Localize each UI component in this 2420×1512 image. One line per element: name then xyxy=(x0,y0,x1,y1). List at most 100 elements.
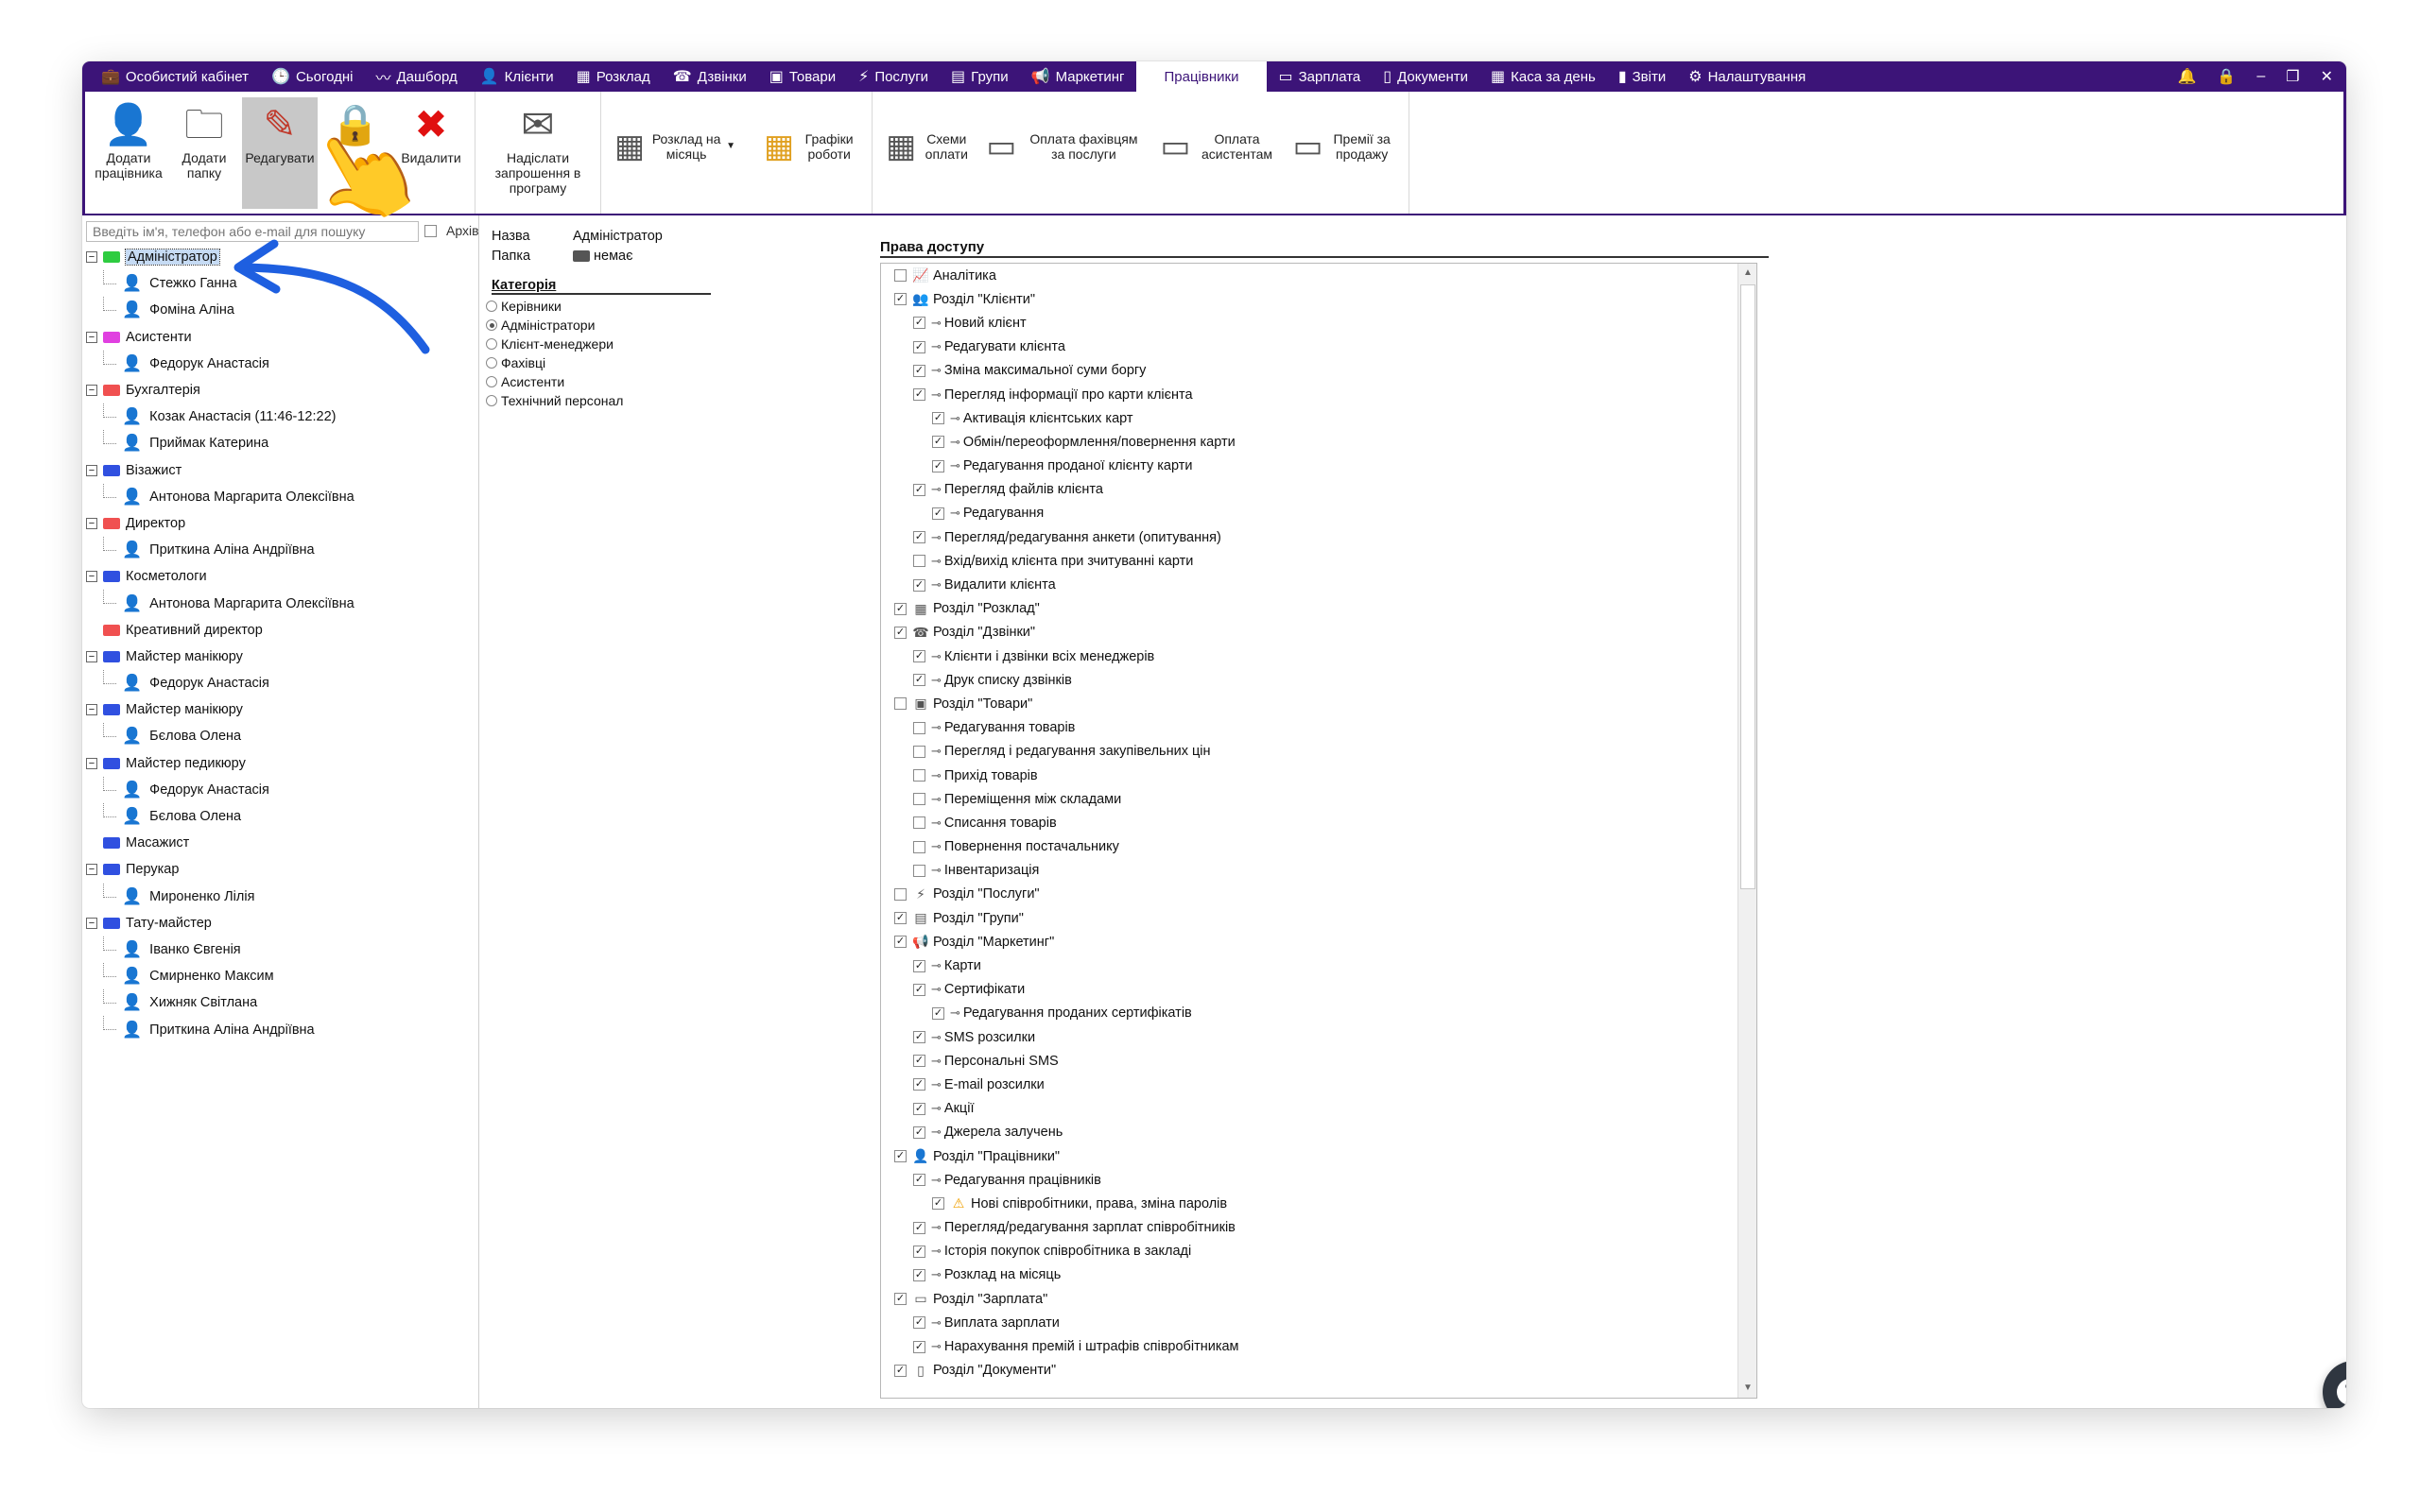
checked-checkbox[interactable]: ✓ xyxy=(894,936,907,949)
access-right-row[interactable]: ▣ Розділ "Товари" xyxy=(881,692,1737,715)
scroll-up-arrow-icon[interactable]: ▲ xyxy=(1738,264,1756,283)
access-right-row[interactable]: ✓ 👤 Розділ "Працівники" xyxy=(881,1144,1737,1168)
access-right-row[interactable]: 📈 Аналітика xyxy=(881,264,1737,287)
tree-folder[interactable]: Масажист xyxy=(86,830,474,856)
category-radio[interactable]: Керівники xyxy=(486,299,562,314)
tree-employee[interactable]: 👤 Фоміна Аліна xyxy=(86,297,474,323)
collapse-toggle-icon[interactable]: − xyxy=(86,917,97,929)
menu-item-1[interactable]: 🕒 Сьогодні xyxy=(260,61,364,92)
collapse-toggle-icon[interactable]: − xyxy=(86,704,97,716)
access-rights-list[interactable]: 📈 Аналітика ✓ 👥 Розділ "Клієнти" ✓ ⊸ Новий кліє… xyxy=(880,263,1757,1399)
bell-icon[interactable]: 🔔 xyxy=(2178,67,2197,86)
checked-checkbox[interactable]: ✓ xyxy=(913,1316,925,1330)
menu-item-14[interactable]: ▮ Звіти xyxy=(1607,61,1677,92)
access-right-row[interactable]: ✓ ⊸ SMS розсилки xyxy=(881,1025,1737,1049)
pay-specialists-button[interactable]: ▭ Оплата фахівцям за послуги xyxy=(978,97,1152,163)
tree-employee[interactable]: 👤 Приткина Аліна Андріївна xyxy=(86,537,474,563)
unchecked-checkbox[interactable] xyxy=(913,721,925,734)
access-right-row[interactable]: ✓ ⊸ Розклад на місяць xyxy=(881,1263,1737,1287)
radio-button-icon[interactable] xyxy=(486,319,497,331)
tree-employee[interactable]: 👤 Мироненко Лілія xyxy=(86,883,474,910)
tree-folder[interactable]: − Майстер манікюру xyxy=(86,696,474,723)
checked-checkbox[interactable]: ✓ xyxy=(894,1150,907,1163)
checked-checkbox[interactable]: ✓ xyxy=(932,507,944,520)
checked-checkbox[interactable]: ✓ xyxy=(913,650,925,663)
access-right-row[interactable]: ✓ ⊸ Перегляд/редагування зарплат співробіт… xyxy=(881,1216,1737,1240)
checked-checkbox[interactable]: ✓ xyxy=(894,912,907,925)
access-right-row[interactable]: ✓ ⊸ Активація клієнтських карт xyxy=(881,406,1737,430)
access-right-row[interactable]: ✓ ⊸ Редагування працівників xyxy=(881,1168,1737,1192)
tree-folder[interactable]: − Перукар xyxy=(86,856,474,883)
checked-checkbox[interactable]: ✓ xyxy=(913,1245,925,1258)
menu-item-13[interactable]: ▦ Каса за день xyxy=(1479,61,1607,92)
tree-folder[interactable]: − Бухгалтерія xyxy=(86,377,474,404)
access-right-row[interactable]: ✓ ⊸ Обмін/переоформлення/повернення карти xyxy=(881,430,1737,454)
tree-employee[interactable]: 👤 Козак Анастасія (11:46-12:22) xyxy=(86,404,474,430)
access-right-row[interactable]: ⊸ Повернення постачальнику xyxy=(881,835,1737,859)
tree-employee[interactable]: 👤 Антонова Маргарита Олексіївна xyxy=(86,483,474,510)
access-right-row[interactable]: ✓ ⊸ Видалити клієнта xyxy=(881,573,1737,596)
access-right-row[interactable]: ✓ ▦ Розділ "Розклад" xyxy=(881,597,1737,621)
access-right-row[interactable]: ✓ ⊸ Редагування проданої клієнту карти xyxy=(881,455,1737,478)
tree-employee[interactable]: 👤 Федорук Анастасія xyxy=(86,776,474,803)
checked-checkbox[interactable]: ✓ xyxy=(913,959,925,972)
access-right-row[interactable]: ✓ 📢 Розділ "Маркетинг" xyxy=(881,930,1737,954)
access-right-row[interactable]: ✓ ⊸ Джерела залучень xyxy=(881,1121,1737,1144)
unchecked-checkbox[interactable] xyxy=(913,840,925,853)
archive-checkbox[interactable] xyxy=(424,224,437,237)
menu-item-3[interactable]: 👤 Клієнти xyxy=(469,61,565,92)
checked-checkbox[interactable]: ✓ xyxy=(913,531,925,544)
tree-folder[interactable]: − Тату-майстер xyxy=(86,910,474,936)
checked-checkbox[interactable]: ✓ xyxy=(913,674,925,687)
access-right-row[interactable]: ✓ ⊸ Виплата зарплати xyxy=(881,1311,1737,1334)
access-right-row[interactable]: ✓ ▤ Розділ "Групи" xyxy=(881,906,1737,930)
access-right-row[interactable]: ✓ ⚠ Нові співробітники, права, зміна парол… xyxy=(881,1192,1737,1215)
collapse-toggle-icon[interactable]: − xyxy=(86,864,97,876)
payment-schemes-button[interactable]: ▦ Схеми оплати xyxy=(878,97,978,163)
access-right-row[interactable]: ✓ ⊸ Редагування xyxy=(881,502,1737,525)
collapse-toggle-icon[interactable]: − xyxy=(86,251,97,264)
tree-employee[interactable]: 👤 Іванко Євгенія xyxy=(86,936,474,963)
checked-checkbox[interactable]: ✓ xyxy=(894,1293,907,1306)
category-radio[interactable]: Фахівці xyxy=(486,355,545,370)
bonus-sales-button[interactable]: ▭ Премії за продажу xyxy=(1286,97,1403,163)
checked-checkbox[interactable]: ✓ xyxy=(894,626,907,639)
access-right-row[interactable]: ✓ ⊸ Карти xyxy=(881,954,1737,977)
schedule-month-button[interactable]: ▦ Розклад на місяць ▼ xyxy=(607,97,756,163)
tree-employee[interactable]: 👤 Бєлова Олена xyxy=(86,802,474,830)
checked-checkbox[interactable]: ✓ xyxy=(913,364,925,377)
tree-folder[interactable]: − Директор xyxy=(86,510,474,537)
close-icon[interactable]: ✕ xyxy=(2321,67,2333,86)
checked-checkbox[interactable]: ✓ xyxy=(913,388,925,402)
unchecked-checkbox[interactable] xyxy=(913,864,925,877)
access-right-row[interactable]: ✓ ⊸ Клієнти і дзвінки всіх менеджерів xyxy=(881,644,1737,668)
tree-employee[interactable]: 👤 Приткина Аліна Андріївна xyxy=(86,1016,474,1042)
access-right-row[interactable]: ✓ 👥 Розділ "Клієнти" xyxy=(881,287,1737,311)
dropdown-arrow-icon[interactable]: ▼ xyxy=(726,139,735,154)
access-right-row[interactable]: ✓ ⊸ Перегляд інформації про карти клієнта xyxy=(881,383,1737,406)
checked-checkbox[interactable]: ✓ xyxy=(932,436,944,449)
access-right-row[interactable]: ⊸ Інвентаризація xyxy=(881,859,1737,883)
access-right-row[interactable]: ⚡ Розділ "Послуги" xyxy=(881,883,1737,906)
checked-checkbox[interactable]: ✓ xyxy=(913,1055,925,1068)
menu-item-4[interactable]: ▦ Розклад xyxy=(565,61,662,92)
tree-employee[interactable]: 👤 Бєлова Олена xyxy=(86,723,474,749)
collapse-toggle-icon[interactable]: − xyxy=(86,650,97,662)
tree-folder[interactable]: − Асистенти xyxy=(86,324,474,351)
checked-checkbox[interactable]: ✓ xyxy=(932,1006,944,1020)
access-right-row[interactable]: ⊸ Списання товарів xyxy=(881,811,1737,834)
tree-folder[interactable]: Креативний директор xyxy=(86,617,474,644)
maximize-icon[interactable]: ❐ xyxy=(2286,67,2299,86)
menu-item-2[interactable]: 〰 Дашборд xyxy=(364,61,468,92)
unchecked-checkbox[interactable] xyxy=(894,697,907,711)
menu-item-9[interactable]: 📢 Маркетинг xyxy=(1020,61,1136,92)
access-right-row[interactable]: ✓ ⊸ Новий клієнт xyxy=(881,311,1737,335)
menu-item-7[interactable]: ⚡ Послуги xyxy=(847,61,940,92)
radio-button-icon[interactable] xyxy=(486,338,497,350)
access-right-row[interactable]: ✓ ⊸ Зміна максимальної суми боргу xyxy=(881,359,1737,383)
tree-employee[interactable]: 👤 Хижняк Світлана xyxy=(86,989,474,1016)
menu-item-6[interactable]: ▣ Товари xyxy=(758,61,847,92)
menu-item-8[interactable]: ▤ Групи xyxy=(940,61,1020,92)
category-radio[interactable]: Адміністратори xyxy=(486,318,595,333)
access-right-row[interactable]: ✓ ⊸ E-mail розсилки xyxy=(881,1073,1737,1096)
